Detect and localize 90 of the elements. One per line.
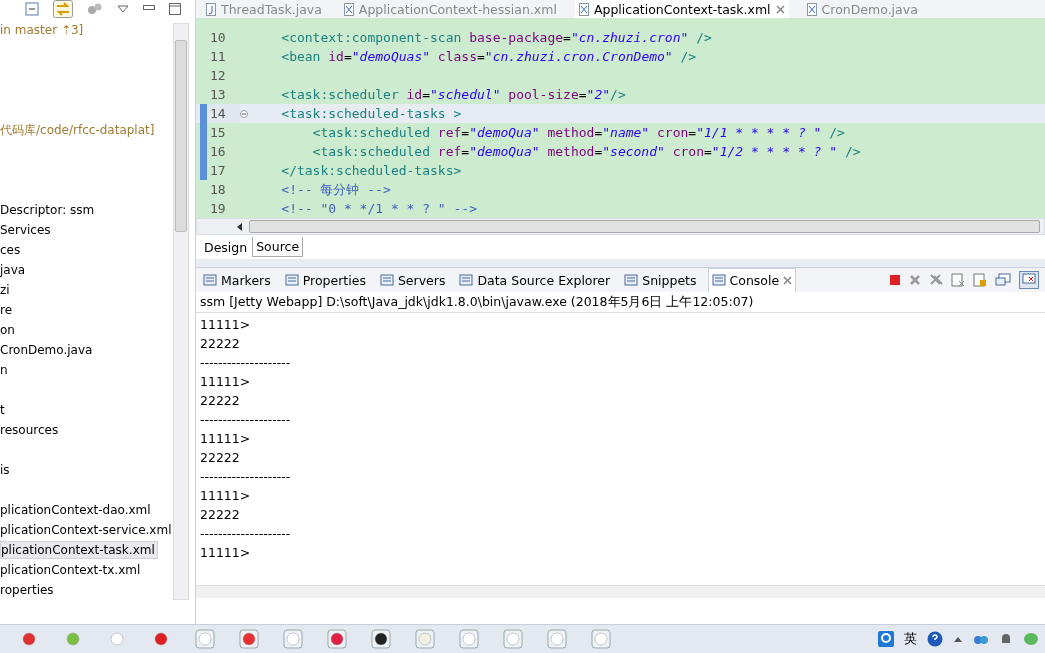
clear-console-icon[interactable] [951, 273, 965, 287]
tree-item[interactable]: Services [0, 222, 53, 238]
tree-item[interactable]: plicationContext-tx.xml [0, 562, 143, 578]
link-editor-icon[interactable] [53, 0, 73, 18]
view-icon [379, 273, 394, 287]
fold-icon[interactable] [240, 109, 248, 118]
tree-item[interactable]: zi [0, 282, 12, 298]
java-file-icon [206, 2, 216, 16]
console-output-line: 11111> [200, 373, 251, 391]
editor-tab[interactable]: ApplicationContext-task.xml [574, 0, 789, 18]
view-tab[interactable]: Markers [200, 268, 274, 292]
tree-item[interactable]: ces [0, 242, 23, 258]
code-line: <!-- "0 * */1 * * ? " --> [280, 201, 477, 216]
horizontal-scrollbar[interactable] [196, 218, 1045, 235]
view-tab[interactable]: Data Source Explorer [456, 268, 614, 292]
tree-item[interactable]: plicationContext-task.xml [0, 541, 158, 559]
tree-item[interactable]: resources [0, 422, 61, 438]
xml-file-icon [806, 2, 817, 16]
console-output-line: 11111> [200, 487, 251, 505]
chat-icon[interactable] [1023, 632, 1039, 646]
console-output-line: 11111> [200, 430, 251, 448]
xml-file-icon [578, 2, 589, 16]
view-icon [711, 274, 726, 287]
horizontal-scrollbar[interactable] [196, 585, 1045, 598]
line-number: 14 [207, 104, 240, 123]
code-line: <bean id="demoQuas" class="cn.zhuzi.cron.CronDemo" /> [280, 49, 697, 64]
bell-icon[interactable] [999, 632, 1013, 646]
code-line: <!-- 每分钟 --> [280, 180, 391, 199]
scroll-left-icon[interactable] [237, 222, 243, 231]
scroll-lock-icon[interactable] [973, 273, 987, 287]
tree-item[interactable]: java [0, 262, 28, 278]
tree-item[interactable]: CronDemo.java [0, 342, 95, 358]
tree-item[interactable]: plicationContext-dao.xml [0, 502, 153, 518]
tree-item[interactable]: roperties [0, 582, 56, 598]
maximize-icon[interactable] [169, 3, 181, 15]
code-line: <task:scheduled ref="demoQua" method="second" cron="1/2 * * * * ? " /> [311, 144, 861, 159]
console-output-line: -------------------- [200, 525, 291, 543]
view-tab[interactable]: Console [707, 267, 797, 293]
tree-item[interactable]: t [0, 402, 7, 418]
code-line: <task:scheduler id="schedul" pool-size="2"/> [280, 87, 626, 102]
console-output-line: -------------------- [200, 468, 291, 486]
tree-item[interactable]: Descriptor: ssm [0, 202, 97, 218]
search-icon[interactable] [878, 631, 894, 647]
view-icon [624, 273, 639, 287]
code-line: </task:scheduled-tasks> [280, 163, 462, 178]
console-output-line: 22222 [200, 335, 240, 353]
view-icon [284, 273, 299, 287]
console-output-line: 11111> [200, 544, 251, 562]
vertical-scrollbar[interactable] [173, 23, 189, 600]
input-method-indicator[interactable]: 英 [904, 630, 917, 648]
console-title: ssm [Jetty Webapp] D:\soft\Java_jdk\jdk1.8.0\bin\javaw.exe (2018年5月6日 上午12:05:07) [196, 292, 1045, 313]
console-output-line: -------------------- [200, 411, 291, 429]
view-tab[interactable]: Properties [281, 268, 369, 292]
console-output-line: -------------------- [200, 354, 291, 372]
tree-item[interactable]: is [0, 462, 12, 478]
code-line: <context:component-scan base-package="cn.zhuzi.cron" /> [280, 30, 712, 45]
git-repo-label: 代码库/code/rfcc-dataplat] [0, 121, 155, 139]
stop-icon[interactable] [889, 274, 901, 286]
view-icon [459, 273, 474, 287]
display-console-icon[interactable] [1019, 271, 1039, 289]
close-icon[interactable] [783, 276, 793, 285]
gears-icon[interactable] [87, 2, 103, 16]
view-tab[interactable]: Snippets [621, 268, 700, 292]
xml-file-icon [343, 2, 354, 16]
view-tab[interactable]: Servers [376, 268, 449, 292]
remove-icon[interactable] [909, 274, 921, 286]
tray-arrow-icon[interactable] [953, 635, 963, 643]
view-icon [203, 273, 217, 287]
tree-item[interactable]: re [0, 302, 15, 318]
console-output-line: 11111> [200, 316, 251, 334]
tree-item[interactable]: on [0, 322, 17, 338]
code-line: <task:scheduled ref="demoQua" method="name" cron="1/1 * * * * ? " /> [311, 125, 845, 140]
tree-item[interactable]: n [0, 362, 10, 378]
editor-mode-tab[interactable]: Source [252, 237, 304, 257]
cloud-icon[interactable] [973, 633, 989, 645]
minimize-icon[interactable] [143, 5, 155, 13]
taskbar-app-icon[interactable] [370, 629, 392, 649]
console-output-line: 22222 [200, 392, 240, 410]
git-repo-label: in master ⇡3] [0, 23, 84, 37]
console-output-line: 22222 [200, 506, 240, 524]
collapse-all-icon[interactable] [25, 2, 39, 16]
help-icon[interactable] [927, 631, 943, 647]
close-icon[interactable] [775, 4, 785, 14]
console-output-line: 22222 [200, 449, 240, 467]
dropdown-icon[interactable] [117, 5, 129, 13]
code-line: <task:scheduled-tasks > [280, 106, 462, 121]
remove-all-icon[interactable] [929, 273, 943, 287]
pin-console-icon[interactable] [995, 273, 1011, 287]
editor-mode-tab[interactable]: Design [200, 237, 252, 258]
tree-item[interactable]: plicationContext-service.xml [0, 522, 173, 538]
